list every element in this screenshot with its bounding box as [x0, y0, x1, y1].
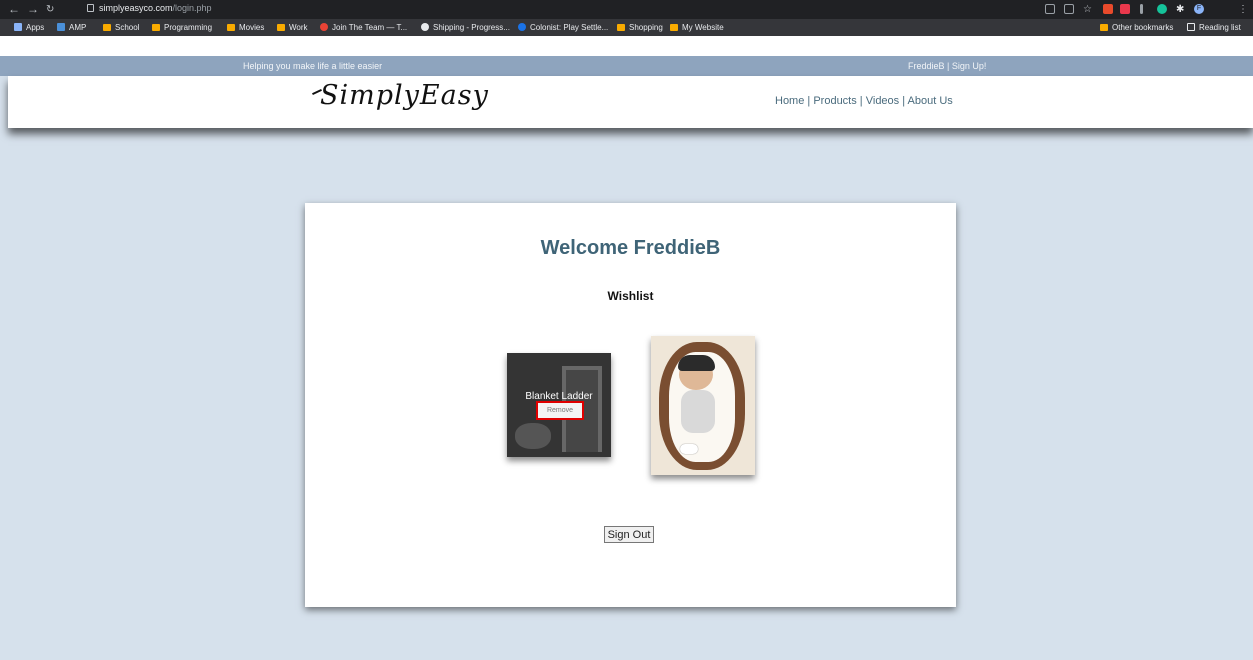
back-icon[interactable]: ← [8, 2, 20, 16]
nav-separator: | [804, 95, 814, 107]
folder-icon [103, 24, 111, 31]
folder-icon [152, 24, 160, 31]
main-nav: Home | Products | Videos | About Us [775, 95, 953, 107]
address-bar[interactable]: simplyeasyco.com/login.php [87, 3, 212, 13]
bookmark-movies[interactable]: Movies [227, 23, 264, 32]
star-icon[interactable]: ☆ [1083, 3, 1092, 17]
folder-icon [617, 24, 625, 31]
nav-products[interactable]: Products [813, 95, 856, 107]
bookmark-work[interactable]: Work [277, 23, 308, 32]
logo[interactable]: SimplyEasy [320, 80, 489, 111]
game-controller-image [680, 444, 698, 454]
folder-icon [1100, 24, 1108, 31]
amp-icon [57, 23, 65, 31]
apps-grid-icon [14, 23, 22, 31]
extension-pocket-icon[interactable] [1120, 4, 1130, 14]
lock-icon [87, 4, 94, 12]
folder-icon [670, 24, 678, 31]
bookmark-shipping[interactable]: Shipping - Progress... [421, 23, 510, 32]
profile-avatar[interactable]: F [1194, 4, 1204, 14]
forward-icon[interactable]: → [27, 2, 39, 16]
site-header [8, 76, 1253, 128]
share-icon[interactable] [1064, 4, 1074, 14]
bookmark-programming[interactable]: Programming [152, 23, 212, 32]
welcome-card: Welcome FreddieB Wishlist Blanket Ladder… [305, 203, 956, 607]
browser-toolbar: ← → ↻ simplyeasyco.com/login.php ☆ ✱ F ⋮ [0, 0, 1253, 19]
reading-list[interactable]: Reading list [1187, 23, 1241, 32]
nav-about-us[interactable]: About Us [908, 95, 953, 107]
nav-separator: | [899, 95, 908, 107]
folder-icon [277, 24, 285, 31]
nav-videos[interactable]: Videos [866, 95, 899, 107]
site-top-strip: Helping you make life a little easier Fr… [0, 56, 1253, 76]
wishlist-item-baby-photo[interactable] [651, 336, 755, 475]
wishlist-item-blanket-ladder[interactable]: Blanket Ladder Remove [507, 353, 611, 457]
colonist-icon [518, 23, 526, 31]
welcome-heading: Welcome FreddieB [540, 237, 721, 259]
extension-grammarly-icon[interactable] [1157, 4, 1167, 14]
reading-list-icon [1187, 23, 1195, 31]
github-icon [421, 23, 429, 31]
key-icon[interactable] [1045, 4, 1055, 14]
sign-out-button[interactable]: Sign Out [604, 526, 654, 543]
extensions-puzzle-icon[interactable]: ✱ [1176, 3, 1184, 17]
tagline: Helping you make life a little easier [243, 61, 383, 71]
user-links[interactable]: FreddieB | Sign Up! [908, 61, 986, 71]
more-menu-icon[interactable]: ⋮ [1238, 3, 1248, 17]
reload-icon[interactable]: ↻ [46, 3, 54, 17]
bookmark-my-website[interactable]: My Website [670, 23, 724, 32]
nav-home[interactable]: Home [775, 95, 804, 107]
bookmark-amp[interactable]: AMP [57, 23, 86, 32]
baby-cap-image [678, 355, 715, 371]
bookmark-shopping[interactable]: Shopping [617, 23, 663, 32]
nav-separator: | [856, 95, 866, 107]
other-bookmarks[interactable]: Other bookmarks [1100, 23, 1173, 32]
bookmarks-bar: Apps AMP School Programming Movies Work … [0, 19, 1253, 36]
remove-button[interactable]: Remove [536, 401, 584, 420]
url-path: /login.php [172, 3, 212, 13]
folder-icon [227, 24, 235, 31]
chrome-icon [320, 23, 328, 31]
bookmark-colonist[interactable]: Colonist: Play Settle... [518, 23, 608, 32]
baby-body-image [681, 390, 715, 433]
bookmark-join-the-team[interactable]: Join The Team — T... [320, 23, 407, 32]
url-host: simplyeasyco.com [99, 3, 173, 13]
extension-red-icon[interactable] [1103, 4, 1113, 14]
bookmark-school[interactable]: School [103, 23, 139, 32]
extension-gray-icon[interactable] [1140, 4, 1143, 14]
wishlist-heading: Wishlist [607, 289, 654, 303]
blanket-image [515, 423, 551, 449]
bookmark-apps[interactable]: Apps [14, 23, 44, 32]
